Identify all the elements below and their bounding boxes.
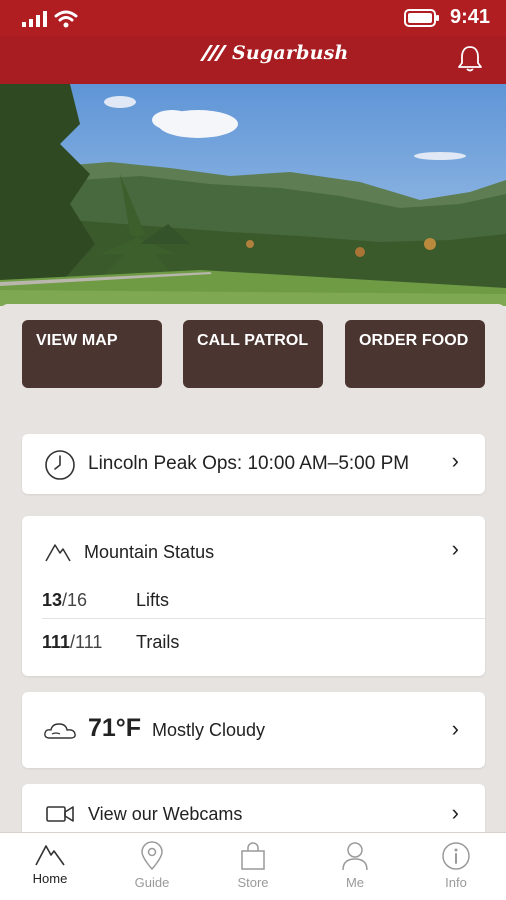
trails-stat: 111/111 Trails <box>42 632 179 653</box>
info-icon <box>442 842 470 870</box>
webcams-label: View our Webcams <box>88 804 243 824</box>
video-camera-icon <box>46 804 74 829</box>
nav-home-label: Home <box>32 871 68 886</box>
divider <box>42 618 485 619</box>
quick-actions: VIEW MAP CALL PATROL ORDER FOOD <box>22 320 485 388</box>
mountain-icon <box>44 540 72 569</box>
webcams-card[interactable]: View our Webcams › <box>22 784 485 834</box>
sugarbush-logo-icon <box>200 45 227 61</box>
weather-temperature: 71°F <box>88 714 142 742</box>
status-bar: 9:41 <box>0 0 506 36</box>
clock-icon <box>44 449 76 486</box>
lifts-total-count: /16 <box>62 590 88 610</box>
app-header: Sugarbush <box>0 36 506 84</box>
nav-me[interactable]: Me <box>313 841 397 899</box>
chevron-right-icon: › <box>451 716 459 741</box>
trails-open-count: 111 <box>42 632 71 652</box>
lifts-label: Lifts <box>136 590 170 610</box>
notifications-button[interactable] <box>456 44 484 79</box>
order-food-button[interactable]: ORDER FOOD <box>345 320 485 388</box>
trails-total-count: /111 <box>70 632 103 652</box>
weather-card[interactable]: 71°F Mostly Cloudy › <box>22 692 485 768</box>
nav-me-label: Me <box>345 875 365 890</box>
nav-store-label: Store <box>237 875 269 890</box>
weather-condition: Mostly Cloudy <box>152 720 266 740</box>
operating-hours-label: Lincoln Peak Ops: 10:00 AM–5:00 PM <box>88 453 410 474</box>
mountain-status-card[interactable]: Mountain Status › 13/16 Lifts 111/111 Tr… <box>22 516 485 676</box>
trails-label: Trails <box>136 632 180 652</box>
shopping-bag-icon <box>241 842 265 870</box>
cellular-signal-icon <box>22 11 47 27</box>
home-mountain-icon <box>35 845 65 866</box>
bell-icon <box>458 46 482 72</box>
lifts-open-count: 13 <box>42 590 63 610</box>
logo-text: Sugarbush <box>232 42 349 64</box>
lifts-stat: 13/16 Lifts <box>42 590 169 611</box>
chevron-right-icon: › <box>451 800 459 825</box>
person-icon <box>342 842 368 871</box>
chevron-right-icon: › <box>451 536 459 561</box>
status-time: 9:41 <box>449 6 490 28</box>
nav-store[interactable]: Store <box>211 841 295 899</box>
nav-info[interactable]: Info <box>414 841 498 899</box>
map-pin-icon <box>141 841 163 871</box>
operating-hours-card[interactable]: Lincoln Peak Ops: 10:00 AM–5:00 PM › <box>22 434 485 494</box>
bottom-navigation: Home Guide Store Me Info <box>0 832 506 900</box>
hero-mountain-photo <box>0 84 506 306</box>
cloud-icon <box>42 720 78 747</box>
hero-landscape <box>0 84 506 306</box>
mountain-status-title: Mountain Status <box>84 542 215 562</box>
nav-home[interactable]: Home <box>8 841 92 899</box>
chevron-right-icon: › <box>451 448 459 473</box>
content-panel: VIEW MAP CALL PATROL ORDER FOOD Lincoln … <box>0 304 506 834</box>
status-icons-right: 9:41 <box>403 6 490 29</box>
status-icons-left <box>22 10 78 28</box>
wifi-icon <box>54 10 78 28</box>
battery-icon <box>403 8 439 27</box>
sugarbush-logo[interactable]: Sugarbush <box>198 42 349 64</box>
call-patrol-button[interactable]: CALL PATROL <box>183 320 323 388</box>
nav-guide[interactable]: Guide <box>110 841 194 899</box>
view-map-button[interactable]: VIEW MAP <box>22 320 162 388</box>
nav-guide-label: Guide <box>134 875 170 890</box>
nav-info-label: Info <box>445 875 467 890</box>
